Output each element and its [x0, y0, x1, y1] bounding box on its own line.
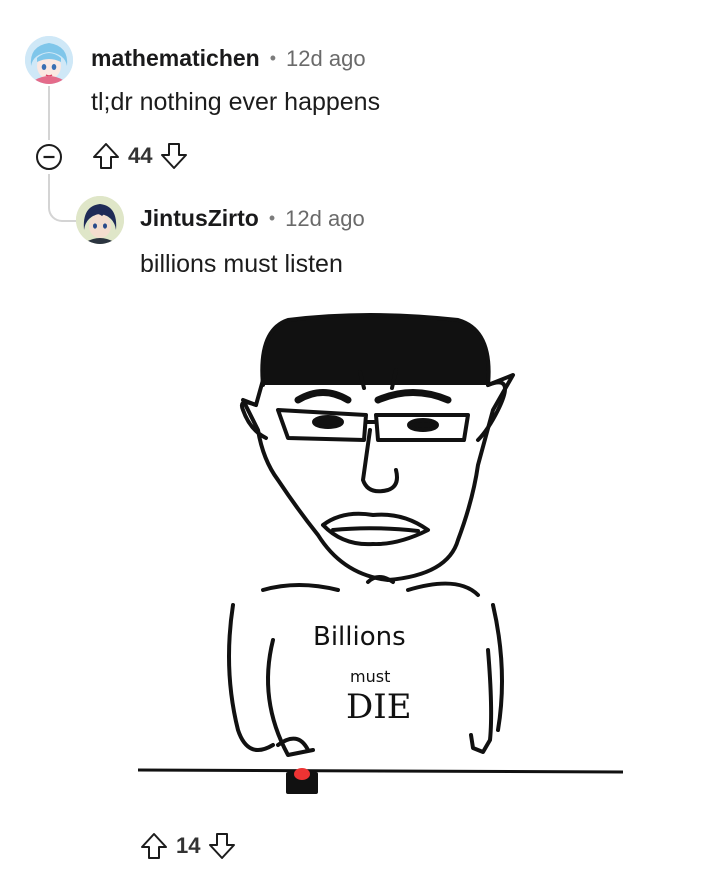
vote-bar: 44: [90, 140, 190, 172]
comment-header: JintusZirto • 12d ago: [140, 205, 365, 232]
username[interactable]: mathematichen: [91, 45, 260, 72]
shirt-text-line3: DIE: [346, 687, 412, 727]
vote-bar: 14: [138, 830, 238, 862]
comment-image[interactable]: Billions must DIE: [136, 290, 625, 815]
comment-body: tl;dr nothing ever happens: [91, 88, 381, 116]
downvote-arrow-icon: [161, 143, 188, 169]
timestamp[interactable]: 12d ago: [285, 206, 365, 232]
separator-dot: •: [269, 48, 277, 68]
upvote-button[interactable]: [138, 830, 170, 862]
anime-avatar-icon: [25, 36, 73, 84]
collapse-minus-icon: [36, 144, 62, 170]
vote-score: 14: [176, 833, 201, 858]
upvote-arrow-icon: [93, 143, 119, 169]
collapse-button[interactable]: [34, 142, 64, 172]
comment-header: mathematichen • 12d ago: [91, 45, 366, 72]
meme-drawing: Billions must DIE: [136, 290, 625, 815]
downvote-button[interactable]: [206, 830, 238, 862]
avatar[interactable]: [25, 36, 73, 84]
upvote-button[interactable]: [90, 140, 122, 172]
separator-dot: •: [268, 208, 276, 228]
timestamp[interactable]: 12d ago: [286, 46, 366, 72]
reply-thread-connector[interactable]: [48, 174, 76, 222]
shirt-text-line1: Billions: [313, 622, 406, 652]
upvote-arrow-icon: [141, 833, 167, 859]
username[interactable]: JintusZirto: [140, 205, 259, 232]
shirt-text-line2: must: [350, 667, 390, 686]
vote-score: 44: [128, 143, 153, 168]
comment-body: billions must listen: [140, 250, 343, 278]
downvote-button[interactable]: [158, 140, 190, 172]
downvote-arrow-icon: [209, 833, 236, 859]
thread-line[interactable]: [48, 86, 50, 140]
avatar[interactable]: [76, 196, 124, 244]
anime-avatar-icon: [76, 196, 124, 244]
